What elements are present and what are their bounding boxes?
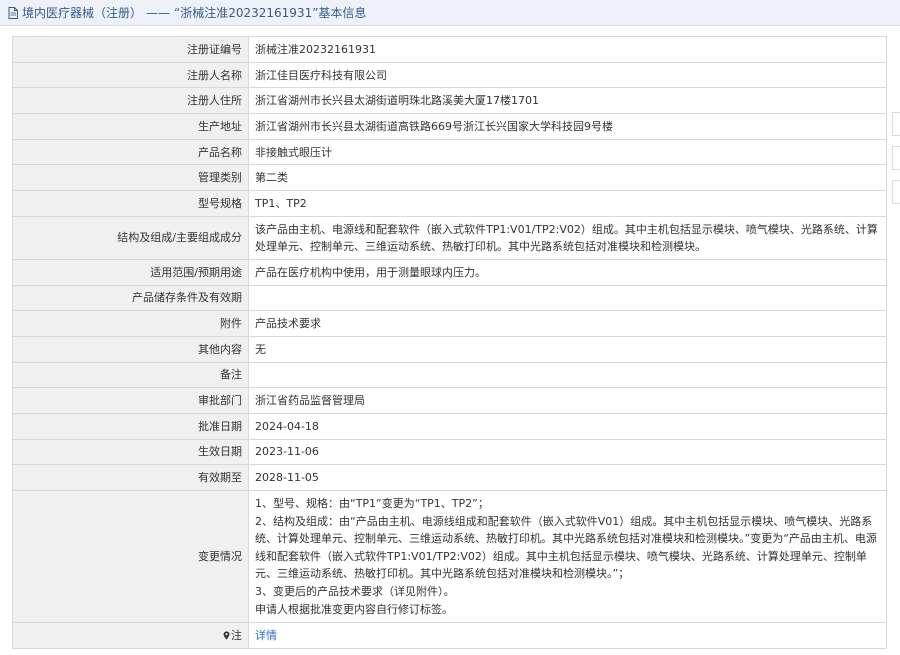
row-value: 第二类 bbox=[248, 164, 887, 192]
change-row: 变更情况 1、型号、规格：由“TP1”变更为“TP1、TP2”； 2、结构及组成… bbox=[12, 489, 887, 624]
table-row: 产品储存条件及有效期 bbox=[12, 284, 887, 312]
row-value bbox=[248, 284, 887, 312]
page-title: 境内医疗器械（注册） —— “浙械注准20232161931”基本信息 bbox=[22, 4, 366, 21]
table-row: 结构及组成/主要组成成分 该产品由主机、电源线和配套软件（嵌入式软件TP1:V0… bbox=[12, 215, 887, 260]
row-label: 产品储存条件及有效期 bbox=[12, 284, 249, 312]
row-value: 2028-11-05 bbox=[248, 464, 887, 491]
table-row: 有效期至 2028-11-05 bbox=[12, 464, 887, 491]
table-row: 型号规格 TP1、TP2 bbox=[12, 190, 887, 217]
row-value: 2023-11-06 bbox=[248, 438, 887, 466]
row-label: 其他内容 bbox=[12, 335, 249, 363]
row-label: 注册人住所 bbox=[12, 87, 249, 115]
row-value: 浙江省药品监督管理局 bbox=[248, 387, 887, 414]
table-row: 生效日期 2023-11-06 bbox=[12, 438, 887, 466]
row-value: 浙械注准20232161931 bbox=[248, 36, 887, 63]
change-line: 3、变更后的产品技术要求（详见附件）。 bbox=[255, 584, 455, 598]
row-label: 批准日期 bbox=[12, 412, 249, 440]
change-line: 2、结构及组成：由“产品由主机、电源线组成和配套软件（嵌入式软件V01）组成。其… bbox=[255, 514, 877, 581]
row-value bbox=[248, 361, 887, 389]
detail-link[interactable]: 详情 bbox=[255, 629, 277, 642]
table-row: 产品名称 非接触式眼压计 bbox=[12, 138, 887, 166]
row-label: 生产地址 bbox=[12, 113, 249, 140]
row-value: TP1、TP2 bbox=[248, 190, 887, 217]
document-icon bbox=[8, 6, 18, 19]
header-category: 境内医疗器械（注册） bbox=[22, 6, 143, 20]
row-label: 注册人名称 bbox=[12, 61, 249, 89]
info-table-wrapper: 注册证编号 浙械注准20232161931 注册人名称 浙江佳目医疗科技有限公司… bbox=[12, 36, 887, 649]
row-label: 有效期至 bbox=[12, 464, 249, 491]
table-row: 审批部门 浙江省药品监督管理局 bbox=[12, 387, 887, 414]
info-table: 注册证编号 浙械注准20232161931 注册人名称 浙江佳目医疗科技有限公司… bbox=[12, 36, 887, 649]
table-row: 其他内容 无 bbox=[12, 335, 887, 363]
note-label-cell: 注 bbox=[12, 622, 249, 649]
table-row: 注册人住所 浙江省湖州市长兴县太湖街道明珠北路溪美大厦17楼1701 bbox=[12, 87, 887, 115]
note-label: 注 bbox=[231, 629, 242, 642]
table-row: 备注 bbox=[12, 361, 887, 389]
row-value: 浙江省湖州市长兴县太湖街道明珠北路溪美大厦17楼1701 bbox=[248, 87, 887, 115]
side-tab[interactable] bbox=[892, 180, 900, 204]
row-value: 浙江佳目医疗科技有限公司 bbox=[248, 61, 887, 89]
row-label: 备注 bbox=[12, 361, 249, 389]
row-value: 无 bbox=[248, 335, 887, 363]
row-label: 审批部门 bbox=[12, 387, 249, 414]
side-tab[interactable] bbox=[892, 146, 900, 170]
table-row: 附件 产品技术要求 bbox=[12, 310, 887, 337]
row-label: 型号规格 bbox=[12, 190, 249, 217]
row-value: 2024-04-18 bbox=[248, 412, 887, 440]
table-row: 管理类别 第二类 bbox=[12, 164, 887, 192]
change-label: 变更情况 bbox=[12, 489, 249, 624]
row-label: 结构及组成/主要组成成分 bbox=[12, 215, 249, 260]
header-title: “浙械注准20232161931”基本信息 bbox=[174, 6, 367, 20]
note-value: 详情 bbox=[248, 622, 887, 649]
row-value: 浙江省湖州市长兴县太湖街道高铁路669号浙江长兴国家大学科技园9号楼 bbox=[248, 113, 887, 140]
change-line: 1、型号、规格：由“TP1”变更为“TP1、TP2”； bbox=[255, 497, 489, 510]
row-label: 适用范围/预期用途 bbox=[12, 258, 249, 286]
pin-icon bbox=[223, 631, 230, 640]
row-value: 产品技术要求 bbox=[248, 310, 887, 337]
change-content: 1、型号、规格：由“TP1”变更为“TP1、TP2”； 2、结构及组成：由“产品… bbox=[248, 489, 887, 624]
row-value: 产品在医疗机构中使用，用于测量眼球内压力。 bbox=[248, 258, 887, 286]
row-label: 产品名称 bbox=[12, 138, 249, 166]
change-line: 申请人根据批准变更内容自行修订标签。 bbox=[255, 602, 453, 616]
header-separator: —— bbox=[146, 6, 171, 20]
row-value: 非接触式眼压计 bbox=[248, 138, 887, 166]
side-tab[interactable] bbox=[892, 112, 900, 136]
row-label: 注册证编号 bbox=[12, 36, 249, 63]
note-row: 注 详情 bbox=[12, 622, 887, 649]
table-row: 注册证编号 浙械注准20232161931 bbox=[12, 36, 887, 63]
table-row: 注册人名称 浙江佳目医疗科技有限公司 bbox=[12, 61, 887, 89]
row-label: 生效日期 bbox=[12, 438, 249, 466]
row-label: 管理类别 bbox=[12, 164, 249, 192]
row-label: 附件 bbox=[12, 310, 249, 337]
row-value: 该产品由主机、电源线和配套软件（嵌入式软件TP1:V01/TP2:V02）组成。… bbox=[248, 215, 887, 260]
page-header: 境内医疗器械（注册） —— “浙械注准20232161931”基本信息 bbox=[0, 0, 900, 26]
table-row: 生产地址 浙江省湖州市长兴县太湖街道高铁路669号浙江长兴国家大学科技园9号楼 bbox=[12, 113, 887, 140]
table-row: 适用范围/预期用途 产品在医疗机构中使用，用于测量眼球内压力。 bbox=[12, 258, 887, 286]
table-row: 批准日期 2024-04-18 bbox=[12, 412, 887, 440]
